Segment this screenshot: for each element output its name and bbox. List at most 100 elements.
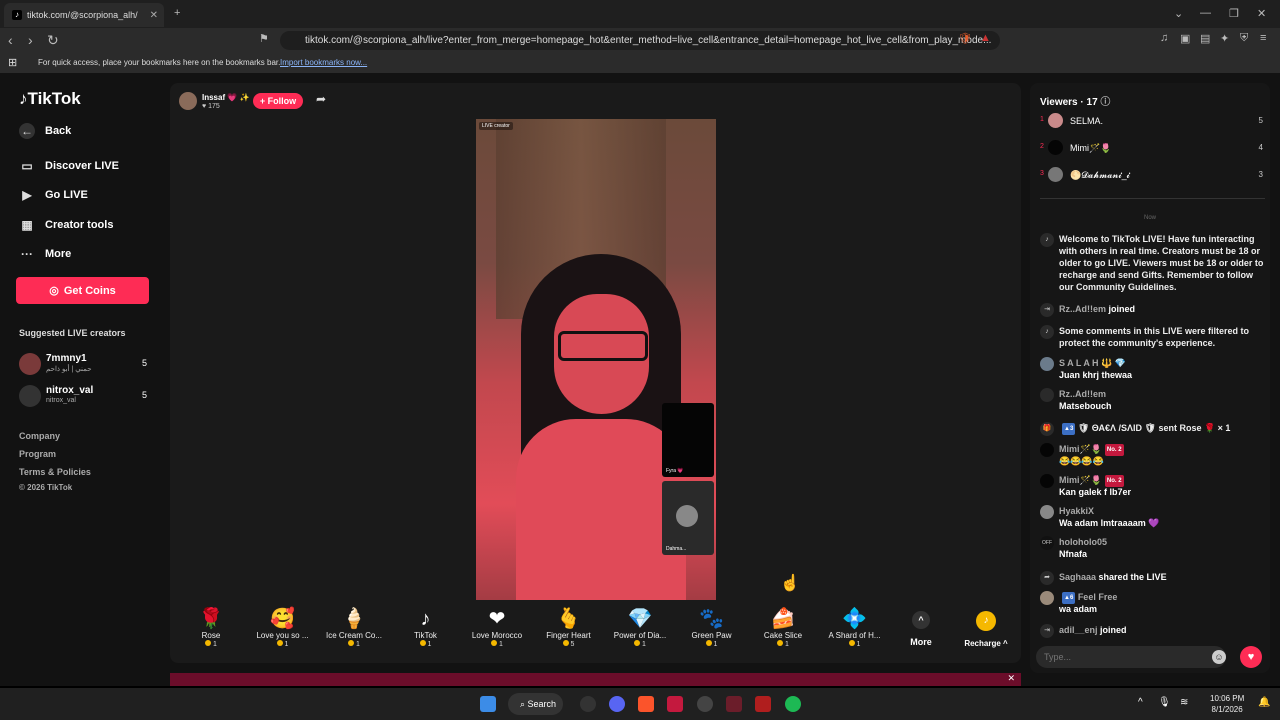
windows-start-icon[interactable] (480, 696, 496, 712)
guest-video[interactable]: Dahma... (662, 481, 714, 555)
tiktok-logo[interactable]: ♪TikTok (19, 89, 81, 109)
coin-icon (848, 640, 855, 646)
vpn-icon[interactable]: ⛨ (1240, 32, 1248, 45)
share-icon[interactable]: ➦ (316, 92, 326, 106)
viewer-row[interactable]: 2 Mimi🪄🌷 4 (1040, 140, 1265, 158)
share-icon: ➦ (1040, 571, 1054, 585)
gift-name: Ice Cream Co... (325, 631, 382, 640)
wallet-icon[interactable]: ▤ (1200, 32, 1210, 45)
footer-terms-link[interactable]: Terms & Policies (19, 467, 91, 477)
reload-icon[interactable]: ↻ (47, 32, 59, 49)
app-icon[interactable] (697, 696, 713, 712)
taskbar-search[interactable]: ⌕ Search (508, 693, 563, 715)
bookmark-icon[interactable]: ⚑ (259, 32, 269, 45)
discord-icon[interactable] (609, 696, 625, 712)
more-gifts-button[interactable]: ^ More (905, 611, 937, 647)
new-tab-icon[interactable]: + (174, 7, 180, 19)
minimize-icon[interactable]: — (1200, 7, 1211, 19)
nav-discover-live[interactable]: ▭ Discover LIVE (19, 159, 119, 173)
app-icon[interactable] (755, 696, 771, 712)
wifi-icon[interactable]: ≋ (1180, 697, 1188, 708)
footer-program-link[interactable]: Program (19, 449, 56, 459)
coin-icon (777, 640, 784, 646)
like-heart-icon[interactable]: ♥ (1240, 646, 1262, 668)
suggested-creator[interactable]: 7mmny1 حمني | أبو ذاحم 5 (19, 353, 149, 379)
viewer-row[interactable]: 1 SELMA. 5 (1040, 113, 1265, 131)
gift-item[interactable]: 🍦 Ice Cream Co... 1 (318, 607, 390, 648)
taskbar-clock[interactable]: 10:06 PM 8/1/2026 (1210, 693, 1244, 715)
gift-item[interactable]: ♪ TikTok 1 (390, 607, 462, 648)
gift-item[interactable]: 🍰 Cake Slice 1 (747, 607, 819, 648)
apps-grid-icon[interactable]: ⊞ (8, 53, 17, 73)
gift-item[interactable]: 💎 Power of Dia... 1 (604, 607, 676, 648)
menu-icon[interactable]: ≡ (1260, 32, 1266, 44)
app-icon[interactable] (667, 696, 683, 712)
nav-go-live[interactable]: ▶ Go LIVE (19, 188, 87, 202)
gift-price: 1 (390, 640, 462, 648)
follow-button[interactable]: + Follow (253, 93, 303, 109)
avatar: OFF (1040, 536, 1054, 550)
chevron-up-icon[interactable]: ^ (1138, 697, 1143, 708)
browser-tab[interactable]: ♪ tiktok.com/@scorpiona_alh/ ✕ (4, 3, 164, 27)
gift-name: Power of Dia... (613, 631, 667, 640)
close-tab-icon[interactable]: ✕ (150, 10, 158, 21)
search-icon: ⌕ (520, 699, 528, 709)
tab-search-icon[interactable]: ⌄ (1174, 7, 1183, 20)
gift-item[interactable]: 🐾 Green Paw 1 (676, 607, 748, 648)
avatar (1040, 357, 1054, 371)
get-coins-button[interactable]: ◎ Get Coins (16, 277, 149, 304)
url-field[interactable]: tiktok.com/@scorpiona_alh/live?enter_fro… (280, 31, 1000, 50)
coin-icon (491, 640, 498, 646)
gift-item[interactable]: ❤ Love Morocco 1 (461, 607, 533, 648)
back-arrow-icon[interactable]: ‹ (8, 32, 13, 48)
gift-name: Green Paw (691, 631, 732, 640)
bottom-banner: ✕ (170, 673, 1021, 686)
chat-input[interactable] (1036, 646, 1226, 668)
spotify-icon[interactable] (785, 696, 801, 712)
guest-video[interactable]: Fyra 💗 (662, 403, 714, 477)
avatar (19, 353, 41, 375)
close-window-icon[interactable]: ✕ (1257, 7, 1266, 20)
gift-item[interactable]: 💠 A Shard of H... 1 (819, 607, 891, 648)
emoji-icon[interactable]: ☺ (1212, 650, 1226, 664)
brave-shield-icon[interactable]: 🛡 (958, 32, 972, 45)
brave-icon[interactable] (638, 696, 654, 712)
sidebar-icon[interactable]: ▣ (1180, 32, 1190, 45)
host-avatar[interactable] (179, 92, 197, 110)
gift-name: Love Morocco (471, 631, 523, 640)
close-banner-icon[interactable]: ✕ (1007, 673, 1015, 684)
join-icon: ⇥ (1040, 303, 1054, 317)
mic-icon[interactable]: 🎙 (1158, 697, 1171, 708)
maximize-icon[interactable]: ❐ (1229, 7, 1239, 20)
app-icon[interactable] (726, 696, 742, 712)
nav-more[interactable]: ··· More (19, 247, 71, 261)
gift-price: 1 (175, 640, 247, 648)
app-icon[interactable] (580, 696, 596, 712)
gift-icon: 🍰 (770, 608, 796, 630)
gift-item[interactable]: 🫰 Finger Heart 5 (533, 607, 605, 648)
gift-item[interactable]: 🌹 Rose 1 (175, 607, 247, 648)
avatar (1040, 591, 1054, 605)
gift-icon: 💎 (627, 608, 653, 630)
footer-company-link[interactable]: Company (19, 431, 60, 441)
viewers-header[interactable]: Viewers · 17 ⓘ (1040, 93, 1110, 108)
suggested-creator[interactable]: nitrox_val nitrox_val 5 (19, 385, 149, 411)
chevron-up-icon: ^ (912, 611, 930, 629)
info-icon[interactable]: ⓘ (1100, 97, 1110, 108)
coin-icon (348, 640, 355, 646)
leo-icon[interactable]: ✦ (1220, 32, 1229, 45)
host-name[interactable]: Inssaf 💗 ✨ (202, 93, 250, 102)
avatar (1048, 140, 1063, 155)
rewards-icon[interactable]: ▲ (980, 32, 991, 44)
gift-item[interactable]: 🥰 Love you so ... 1 (247, 607, 319, 648)
media-icon[interactable]: ♫ (1160, 32, 1168, 44)
avatar (1040, 388, 1054, 402)
recharge-button[interactable]: ♪ Recharge ^ (960, 611, 1012, 648)
gift-price: 1 (604, 640, 676, 648)
forward-arrow-icon[interactable]: › (28, 32, 33, 48)
notification-bell-icon[interactable]: 🔔 (1258, 697, 1270, 708)
back-button[interactable]: ← Back (19, 123, 71, 139)
nav-creator-tools[interactable]: ▦ Creator tools (19, 218, 113, 232)
import-bookmarks-link[interactable]: Import bookmarks now... (280, 53, 367, 73)
viewer-row[interactable]: 3 🌕𝓓𝓪𝓱𝓶𝓪𝓷𝓲_𝓲 3 (1040, 167, 1265, 185)
